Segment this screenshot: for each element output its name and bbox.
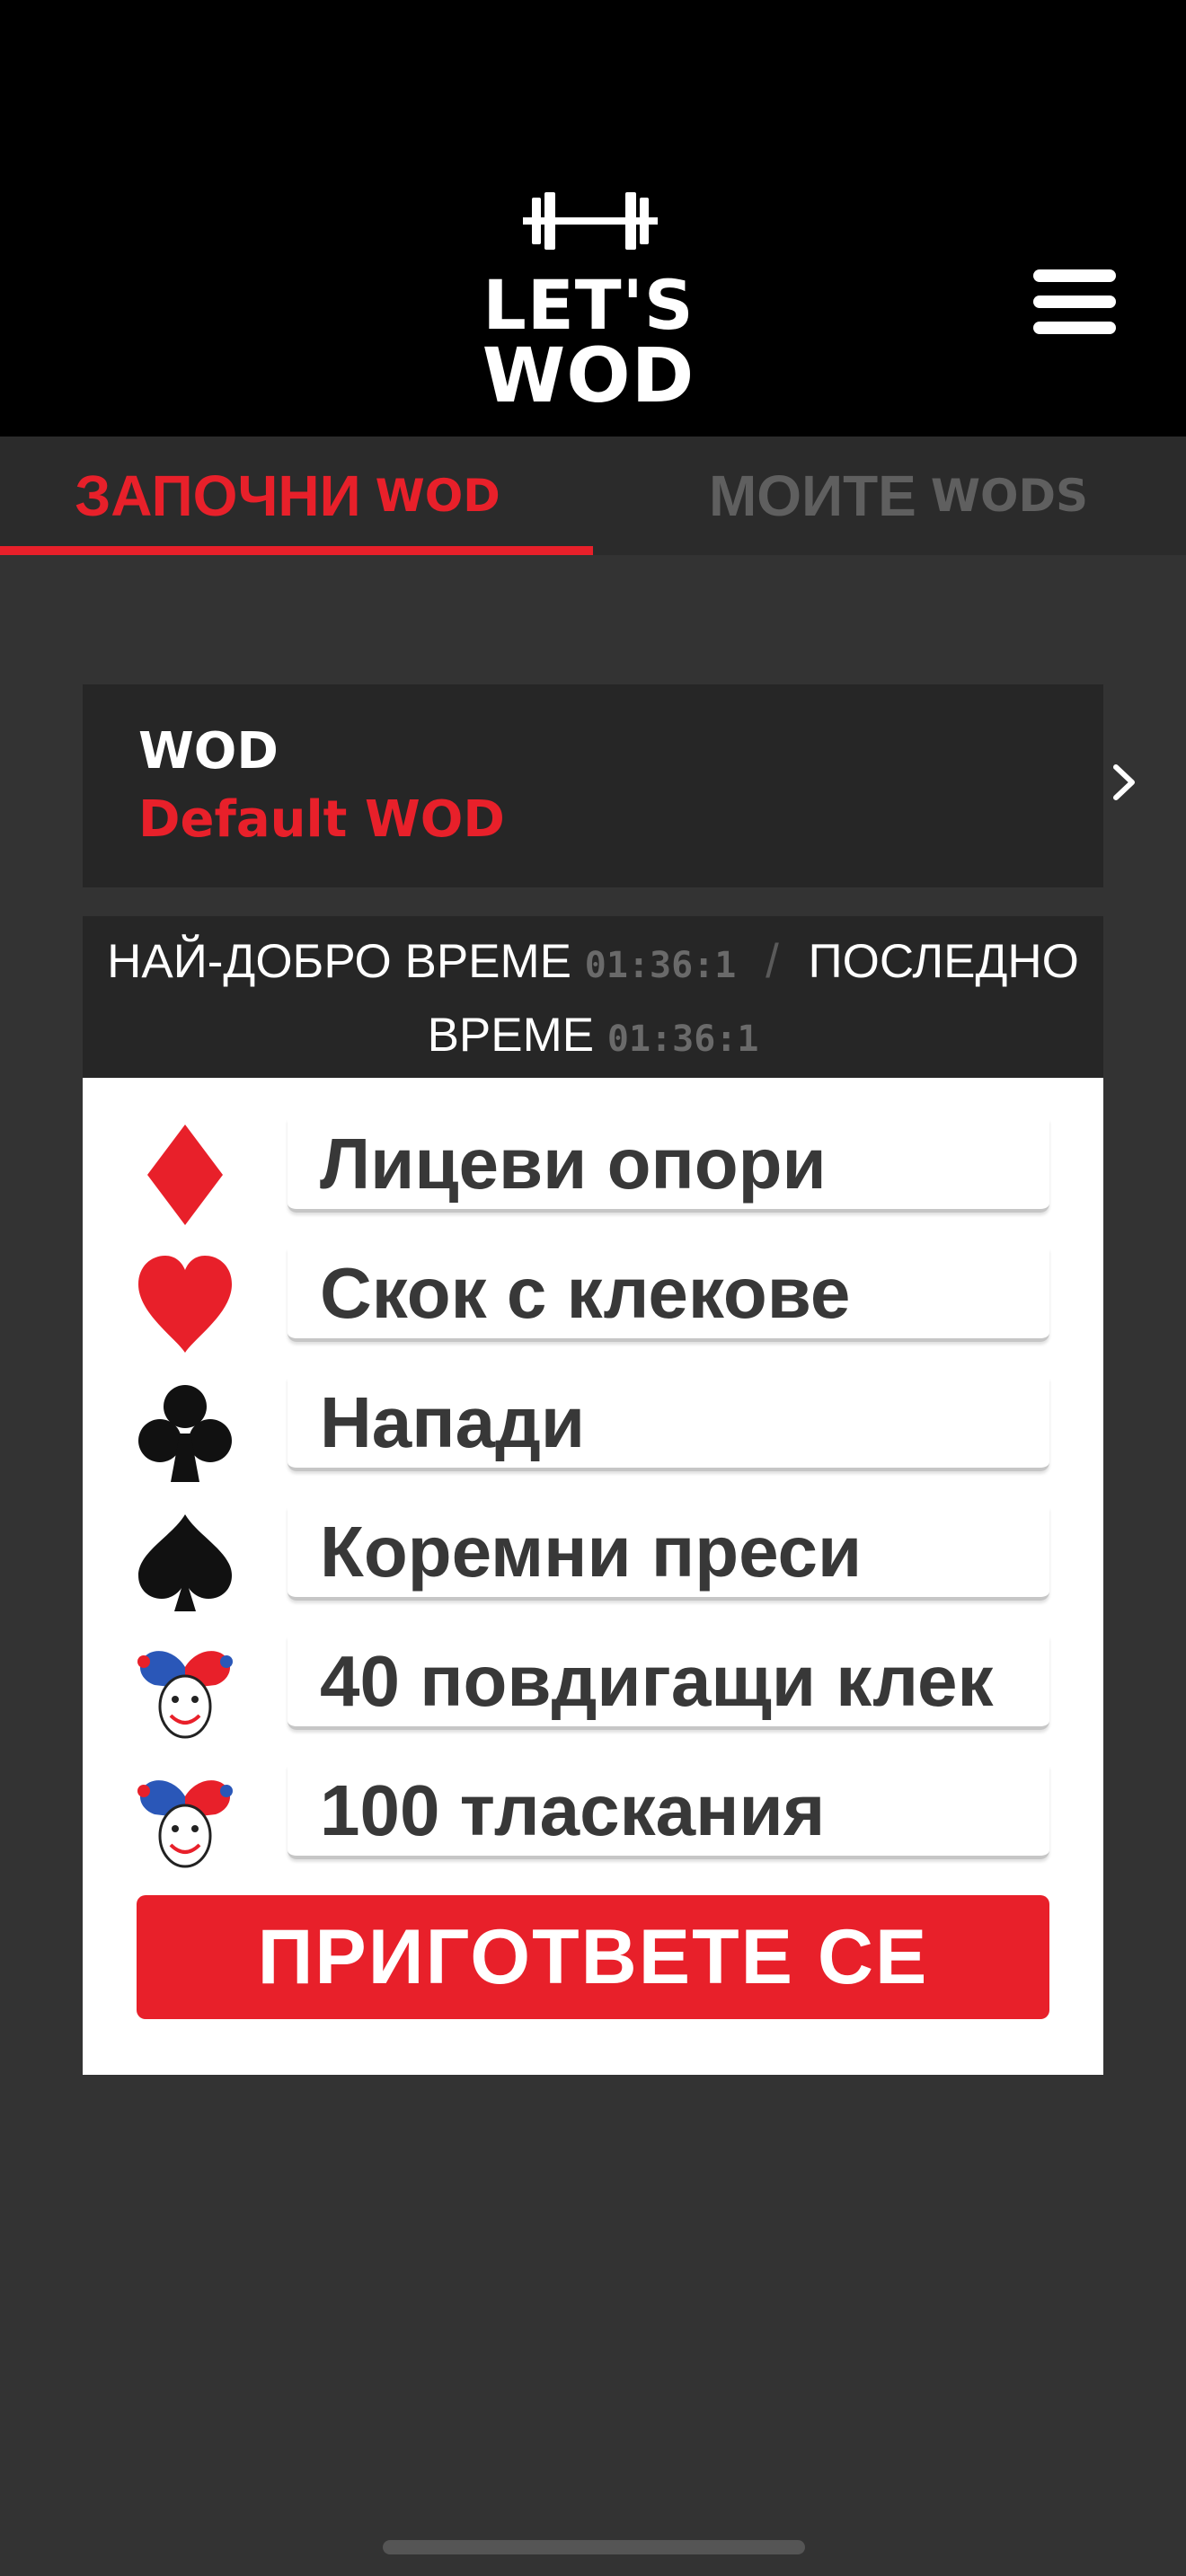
club-icon [138,1385,232,1482]
active-tab-indicator [0,546,593,555]
tab-start-wod-label: ЗАПОЧНИ [75,463,361,528]
exercise-row: Лицеви опори [83,1119,1103,1227]
tab-my-wods[interactable]: МОИТЕ WODS [593,437,1186,555]
wod-selector[interactable]: WOD Default WOD [83,684,1135,887]
spade-icon [138,1514,232,1611]
tab-my-wods-label: МОИТЕ [708,463,916,528]
tab-bar: ЗАПОЧНИ WOD МОИТЕ WODS [0,437,1186,555]
get-ready-button[interactable]: ПРИГОТВЕТЕ СЕ [137,1895,1049,2019]
exercise-row: Скок с клекове [83,1248,1103,1356]
exercise-row: Коремни преси [83,1507,1103,1615]
wod-selector-name: Default WOD [138,790,505,849]
exercise-row: Напади [83,1378,1103,1486]
app-header: LET'S WOD [0,0,1186,437]
exercise-card: Лицеви опори Скок с клекове Напади Корем… [83,1078,1103,2075]
tab-start-wod-label-small: WOD [375,470,500,522]
barbell-icon [523,192,658,250]
chevron-right-icon [1113,764,1135,800]
exercise-name-field[interactable]: Напади [288,1378,1049,1471]
times-separator: / [766,935,779,988]
diamond-icon [147,1125,223,1225]
joker-icon [137,1780,233,1868]
tab-start-wod[interactable]: ЗАПОЧНИ WOD [0,437,593,555]
exercise-name-field[interactable]: 100 тласкания [288,1766,1049,1859]
exercise-name-field[interactable]: Лицеви опори [288,1119,1049,1213]
last-time-value: 01:36:1 [606,1019,759,1060]
exercise-row: 40 повдигащи клек [83,1636,1103,1744]
logo-text-wod: WOD [482,331,695,419]
tab-my-wods-label-small: WODS [930,470,1089,522]
joker-icon [137,1651,233,1739]
wod-selector-label: WOD [138,722,279,781]
logo-text-lets: LET'S [482,265,695,345]
exercise-name-field[interactable]: Скок с клекове [288,1248,1049,1342]
lets-wod-logo: LET'S WOD [467,189,710,413]
best-time-value: 01:36:1 [584,945,737,986]
exercise-name-field[interactable]: 40 повдигащи клек [288,1636,1049,1730]
times-panel: НАЙ-ДОБРО ВРЕМЕ 01:36:1 / ПОСЛЕДНО ВРЕМЕ… [83,916,1103,1078]
heart-icon [138,1256,232,1353]
exercise-row: 100 тласкания [83,1766,1103,1874]
home-indicator[interactable] [383,2540,805,2554]
hamburger-menu-icon[interactable] [1033,269,1116,334]
exercise-name-field[interactable]: Коремни преси [288,1507,1049,1601]
best-time-label: НАЙ-ДОБРО ВРЕМЕ [107,935,572,988]
